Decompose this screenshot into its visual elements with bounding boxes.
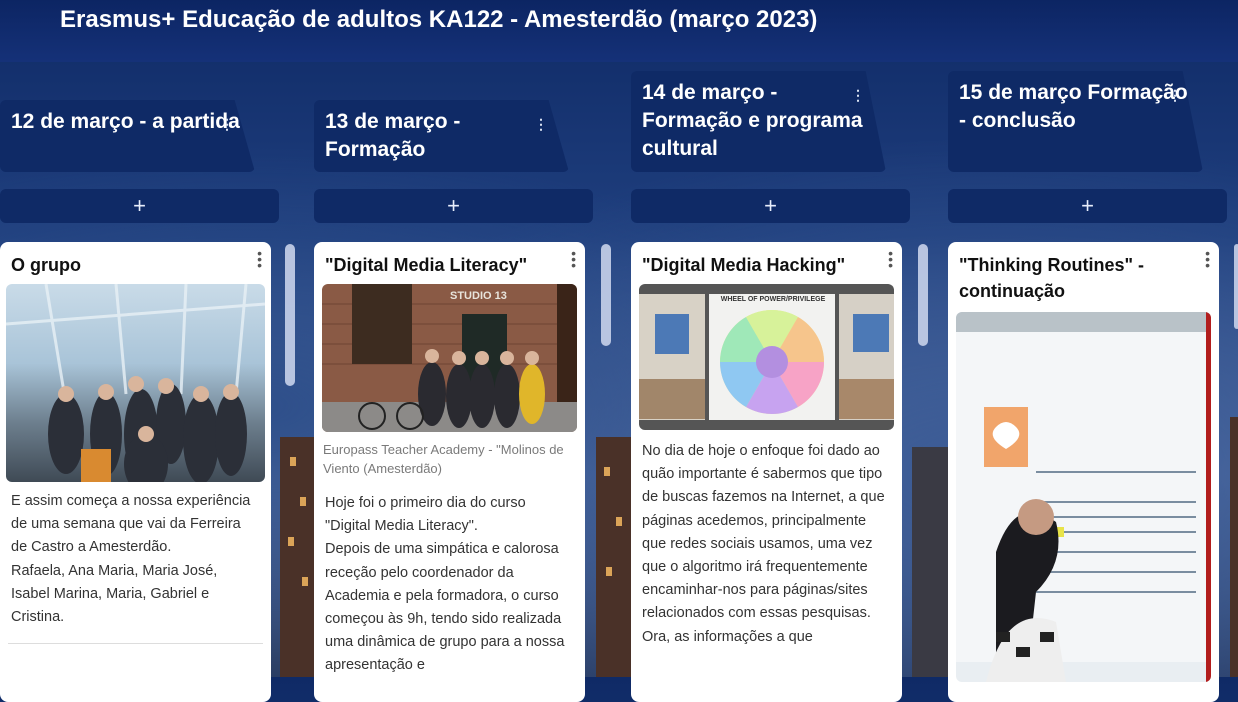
group-photo-studio[interactable]: STUDIO 13 [322, 284, 577, 432]
studio-sign: STUDIO 13 [450, 290, 507, 302]
column-title-box[interactable]: 14 de março - Formação e programa cultur… [631, 71, 886, 172]
column-title-box[interactable]: 12 de março - a partida ⋮ [0, 100, 255, 172]
board-title: Erasmus+ Educação de adultos KA122 - Ame… [60, 6, 818, 33]
post-card[interactable]: "Thinking Routines" - continuação • • • [948, 242, 1219, 702]
post-card[interactable]: "Digital Media Hacking" • • • WHEEL OF P… [631, 242, 902, 702]
photo-caption: Europass Teacher Academy - "Molinos de V… [323, 442, 564, 476]
post-title: "Digital Media Literacy" [325, 255, 528, 275]
post-card[interactable]: O grupo • • • E assim começa a nossa exp… [0, 242, 271, 702]
add-post-button[interactable]: + [0, 189, 279, 223]
divider [8, 643, 263, 645]
column-title: 12 de março - a partida [11, 110, 240, 133]
more-options-icon[interactable]: • • • [1205, 246, 1210, 272]
column-title-box[interactable]: 15 de março Formação - conclusão ⋮ [948, 71, 1203, 172]
column-title: 15 de março Formação - conclusão [959, 81, 1188, 132]
column-scrollbar[interactable] [601, 244, 611, 346]
more-options-icon[interactable]: ⋮ [534, 110, 548, 138]
post-body: Hoje foi o primeiro dia do curso "Digita… [325, 495, 565, 674]
more-options-icon[interactable]: • • • [571, 246, 576, 272]
add-post-button[interactable]: + [631, 189, 910, 223]
column-title-box[interactable]: 13 de março - Formação ⋮ [314, 100, 569, 172]
post-title: O grupo [11, 255, 81, 275]
post-title: "Digital Media Hacking" [642, 255, 846, 275]
presentation-photo[interactable] [956, 312, 1211, 682]
column-title: 14 de março - Formação e programa cultur… [642, 81, 863, 160]
post-card[interactable]: "Digital Media Literacy" • • • STUDIO 13… [314, 242, 585, 702]
column-scrollbar[interactable] [1234, 244, 1238, 329]
post-body: E assim começa a nossa experiência de um… [11, 493, 251, 626]
post-body: No dia de hoje o enfoque foi dado ao quã… [642, 443, 885, 645]
column-title: 13 de março - Formação [325, 110, 461, 161]
column-scrollbar[interactable] [285, 244, 295, 386]
add-post-button[interactable]: + [314, 189, 593, 223]
post-title: "Thinking Routines" - continuação [959, 255, 1145, 301]
more-options-icon[interactable]: ⋮ [1168, 81, 1182, 109]
classroom-collage-photo[interactable]: WHEEL OF POWER/PRIVILEGE [639, 284, 894, 430]
add-post-button[interactable]: + [948, 189, 1227, 223]
column-scrollbar[interactable] [918, 244, 928, 346]
more-options-icon[interactable]: ⋮ [851, 81, 865, 109]
group-photo-airport[interactable] [6, 284, 265, 482]
more-options-icon[interactable]: ⋮ [220, 110, 234, 138]
board-header: Erasmus+ Educação de adultos KA122 - Ame… [0, 0, 1238, 62]
more-options-icon[interactable]: • • • [257, 246, 262, 272]
poster-title: WHEEL OF POWER/PRIVILEGE [720, 296, 826, 303]
more-options-icon[interactable]: • • • [888, 246, 893, 272]
